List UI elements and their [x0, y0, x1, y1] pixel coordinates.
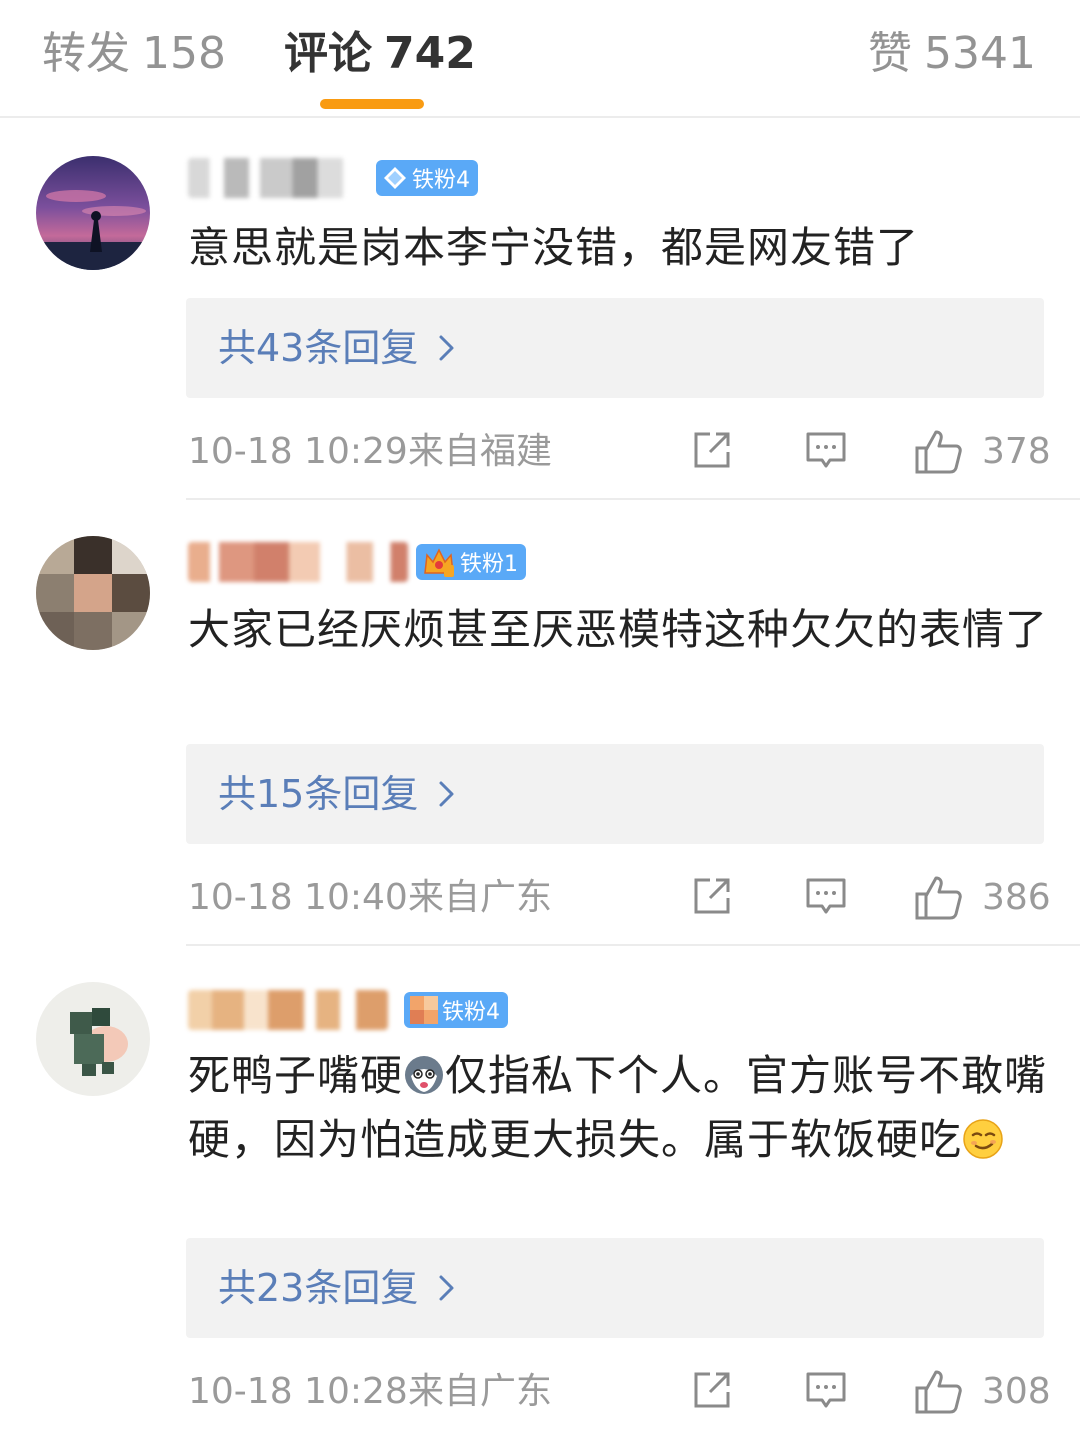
- replies-button[interactable]: 共43条回复: [186, 298, 1044, 398]
- fan-badge[interactable]: 铁粉4: [376, 160, 478, 196]
- username-blurred[interactable]: [188, 158, 368, 198]
- avatar[interactable]: [36, 982, 150, 1096]
- avatar[interactable]: [36, 536, 150, 650]
- comment-icon[interactable]: [804, 874, 848, 922]
- comment-text: 意思就是岗本李宁没错，都是网友错了: [188, 223, 920, 272]
- fan-badge-label: 铁粉4: [442, 1000, 500, 1025]
- like-icon[interactable]: [914, 428, 964, 480]
- like-icon[interactable]: [914, 874, 964, 926]
- blurred-icon: [410, 996, 438, 1024]
- comment-icon[interactable]: [804, 428, 848, 476]
- user-row: 铁粉4: [188, 988, 508, 1032]
- comment-meta: 10-18 10:29 来自福建 378: [188, 424, 1051, 480]
- fan-badge-label: 铁粉1: [460, 552, 518, 577]
- comment-meta: 10-18 10:40 来自广东 386: [188, 870, 1051, 926]
- avatar[interactable]: [36, 156, 150, 270]
- active-tab-indicator: [320, 99, 424, 109]
- user-row: 铁粉4: [188, 156, 478, 200]
- tab-likes-label: 赞: [868, 28, 913, 79]
- repost-icon[interactable]: [690, 428, 734, 476]
- replies-count-label: 共43条回复: [218, 326, 419, 370]
- repost-icon[interactable]: [690, 874, 734, 922]
- comment-tabbar: 转发 158 评论 742 赞 5341: [0, 0, 1080, 118]
- tab-comments-label: 评论: [284, 28, 372, 79]
- comment-item: 铁粉4 意思就是岗本李宁没错，都是网友错了 共43条回复 10-18 10:29…: [0, 118, 1080, 500]
- repost-icon[interactable]: [690, 1368, 734, 1416]
- user-row: 铁粉1: [188, 540, 526, 584]
- fan-badge[interactable]: 铁粉1: [416, 544, 526, 580]
- replies-button[interactable]: 共23条回复: [186, 1238, 1044, 1338]
- smirk-emoji: [962, 1114, 1004, 1159]
- replies-button[interactable]: 共15条回复: [186, 744, 1044, 844]
- chevron-right-icon: [438, 334, 456, 366]
- like-count: 308: [982, 1371, 1051, 1412]
- fan-badge[interactable]: 铁粉4: [404, 992, 508, 1028]
- diamond-icon: [382, 165, 408, 191]
- comment-location: 来自广东: [408, 1371, 553, 1412]
- chevron-right-icon: [438, 1274, 456, 1306]
- chevron-right-icon: [438, 780, 456, 812]
- comment-time: 10-18 10:28: [188, 1371, 408, 1412]
- fan-badge-label: 铁粉4: [412, 168, 470, 193]
- tab-reposts-label: 转发: [42, 28, 130, 79]
- tab-comments-count: 742: [384, 28, 476, 79]
- like-count: 378: [982, 431, 1051, 472]
- tab-likes-count: 5341: [924, 28, 1036, 79]
- username-blurred[interactable]: [188, 990, 388, 1030]
- tab-likes[interactable]: 赞 5341: [868, 24, 1036, 84]
- comment-item: 铁粉1 大家已经厌烦甚至厌恶模特这种欠欠的表情了 共15条回复 10-18 10…: [0, 500, 1080, 946]
- username-blurred[interactable]: [188, 542, 408, 582]
- comment-text: 大家已经厌烦甚至厌恶模特这种欠欠的表情了: [188, 605, 1049, 654]
- tab-reposts-count: 158: [142, 28, 226, 79]
- comment-item: 铁粉4 死鸭子嘴硬 仅指私下个人。官方账号不敢嘴硬，因为怕造成更大损失。属于软饭硬…: [0, 946, 1080, 1433]
- like-count: 386: [982, 877, 1051, 918]
- tab-reposts[interactable]: 转发 158: [42, 24, 226, 84]
- comment-time: 10-18 10:29: [188, 431, 408, 472]
- tab-comments[interactable]: 评论 742: [284, 24, 476, 84]
- comment-time: 10-18 10:40: [188, 877, 408, 918]
- comment-meta: 10-18 10:28 来自广东 308: [188, 1364, 1051, 1420]
- replies-count-label: 共15条回复: [218, 772, 419, 816]
- comment-location: 来自广东: [408, 877, 553, 918]
- comment-location: 来自福建: [408, 431, 553, 472]
- comment-text: 死鸭子嘴硬 仅指私下个人。官方账号不敢嘴硬，因为怕造成更大损失。属于软饭硬吃: [188, 1044, 1048, 1172]
- comment-icon[interactable]: [804, 1368, 848, 1416]
- husky-emoji: [403, 1050, 445, 1094]
- replies-count-label: 共23条回复: [218, 1266, 419, 1310]
- like-icon[interactable]: [914, 1368, 964, 1420]
- comment-text-part1: 死鸭子嘴硬: [188, 1051, 404, 1100]
- crown-icon: [422, 545, 456, 579]
